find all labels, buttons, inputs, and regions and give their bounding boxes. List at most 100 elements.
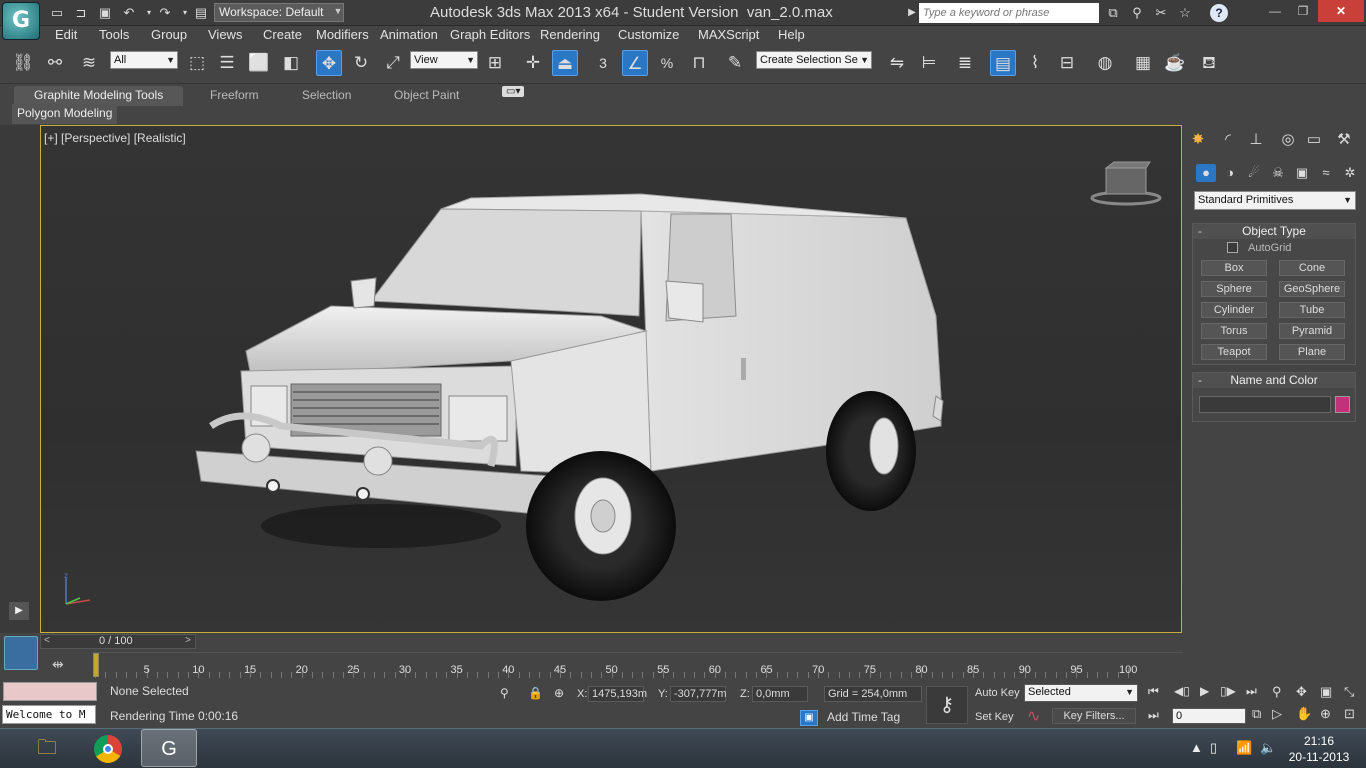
show-hidden-icons-icon[interactable]: ▲ — [1190, 740, 1203, 755]
systems-icon[interactable]: ✲ — [1340, 164, 1360, 182]
cameras-icon[interactable]: ☠ — [1268, 164, 1288, 182]
isolate-selection-icon[interactable]: ⚲ — [500, 686, 509, 700]
battery-icon[interactable]: ▯ — [1210, 740, 1217, 756]
graphite-toggle-icon[interactable]: ▤ — [990, 50, 1016, 76]
helpers-icon[interactable]: ▣ — [1292, 164, 1312, 182]
utilities-tab-icon[interactable]: ⚒ — [1334, 130, 1354, 150]
workspace-dropdown[interactable]: Workspace: Default — [214, 3, 344, 22]
orbit-icon[interactable]: ⊕ — [1320, 706, 1331, 722]
render-setup-icon[interactable]: ▦ — [1130, 50, 1156, 76]
tab-selection[interactable]: Selection — [302, 88, 351, 102]
select-object-icon[interactable]: ⬚ — [184, 50, 210, 76]
cone-button[interactable]: Cone — [1279, 260, 1345, 276]
menu-animation[interactable]: Animation — [380, 27, 438, 42]
chrome-icon[interactable] — [80, 729, 136, 767]
menu-views[interactable]: Views — [208, 27, 242, 42]
go-to-end-icon[interactable]: ⏭ — [1246, 684, 1257, 699]
help-icon[interactable]: ? — [1210, 4, 1228, 22]
object-type-header[interactable]: - Object Type — [1193, 224, 1355, 239]
slider-prev-icon[interactable]: < — [44, 635, 50, 646]
save-icon[interactable]: ▣ — [96, 4, 114, 22]
unlink-icon[interactable]: ⚯ — [42, 50, 68, 76]
menu-modifiers[interactable]: Modifiers — [316, 27, 369, 42]
bind-space-warp-icon[interactable]: ≋ — [76, 50, 102, 76]
tab-object-paint[interactable]: Object Paint — [394, 88, 459, 102]
align-icon[interactable]: ⊨ — [916, 50, 942, 76]
perspective-viewport[interactable] — [40, 125, 1182, 633]
menu-graph-editors[interactable]: Graph Editors — [450, 27, 530, 42]
render-production-icon[interactable]: ⛾ — [1196, 50, 1222, 76]
play-icon[interactable]: ▶ — [1200, 684, 1209, 698]
key-filter-curve-icon[interactable]: ∿ — [1027, 706, 1040, 726]
lights-icon[interactable]: ☄ — [1244, 164, 1264, 182]
next-frame-icon[interactable]: ▯▶ — [1220, 684, 1236, 698]
cylinder-button[interactable]: Cylinder — [1201, 302, 1267, 318]
subscription-icon[interactable]: ⚲ — [1128, 4, 1146, 22]
maximize-viewport-icon[interactable]: ⊡ — [1344, 706, 1355, 722]
torus-button[interactable]: Torus — [1201, 323, 1267, 339]
window-crossing-icon[interactable]: ◧ — [278, 50, 304, 76]
name-and-color-header[interactable]: - Name and Color — [1193, 373, 1355, 388]
open-file-icon[interactable]: ⊐ — [72, 4, 90, 22]
object-name-field[interactable] — [1199, 396, 1331, 413]
zoom-extents-icon[interactable]: ▣ — [1320, 684, 1332, 700]
menu-group[interactable]: Group — [151, 27, 187, 42]
set-key-button[interactable]: Set Key — [972, 710, 1020, 726]
field-of-view-icon[interactable]: ▷ — [1272, 706, 1282, 722]
communication-icon[interactable]: ✂ — [1152, 4, 1170, 22]
time-slider-marker[interactable] — [93, 653, 99, 677]
viewcube-icon[interactable] — [1090, 160, 1162, 206]
select-and-move-icon[interactable]: ✥ — [316, 50, 342, 76]
project-folder-icon[interactable]: ▤ — [192, 4, 210, 22]
time-slider[interactable]: < 0 / 100 > — [40, 634, 196, 649]
z-coordinate-field[interactable]: 0,0mm — [752, 686, 808, 702]
plane-button[interactable]: Plane — [1279, 344, 1345, 360]
key-filters-button[interactable]: Key Filters... — [1052, 708, 1136, 724]
percent-snap-icon[interactable]: % — [654, 50, 680, 76]
menu-rendering[interactable]: Rendering — [540, 27, 600, 42]
motion-tab-icon[interactable]: ◎ — [1278, 130, 1298, 150]
geometry-icon[interactable]: ● — [1196, 164, 1216, 182]
add-time-tag-button[interactable]: Add Time Tag — [824, 710, 922, 726]
absolute-mode-icon[interactable]: ⊕ — [554, 686, 564, 700]
material-editor-icon[interactable]: ◍ — [1092, 50, 1118, 76]
viewport-label[interactable]: [+] [Perspective] [Realistic] — [44, 131, 186, 145]
selection-lock-icon[interactable]: 🔒 — [528, 686, 543, 700]
menu-help[interactable]: Help — [778, 27, 805, 42]
curve-editor-icon[interactable]: ⌇ — [1022, 50, 1048, 76]
object-color-swatch[interactable] — [1335, 396, 1350, 413]
space-warps-icon[interactable]: ≈ — [1316, 164, 1336, 182]
hierarchy-tab-icon[interactable]: ⊥ — [1246, 130, 1266, 150]
select-by-name-icon[interactable]: ☰ — [214, 50, 240, 76]
keyboard-shortcut-override-icon[interactable]: ⏏ — [552, 50, 578, 76]
named-selection-set-dropdown[interactable]: Create Selection Se ▼ — [756, 51, 872, 69]
select-and-rotate-icon[interactable]: ↻ — [348, 50, 374, 76]
zoom-icon[interactable]: ⚲ — [1272, 684, 1282, 700]
network-signal-icon[interactable]: 📶 — [1236, 740, 1252, 756]
previous-frame-icon[interactable]: ◀▯ — [1174, 684, 1190, 698]
zoom-extents-all-icon[interactable]: ⤡ — [1344, 684, 1354, 700]
selection-filter-dropdown[interactable]: All ▼ — [110, 51, 178, 69]
menu-create[interactable]: Create — [263, 27, 302, 42]
mini-listener-icon[interactable] — [4, 636, 38, 670]
rectangular-selection-icon[interactable]: ⬜ — [246, 50, 272, 76]
maximize-button[interactable]: ❐ — [1290, 0, 1316, 22]
edit-named-selection-icon[interactable]: ✎ — [722, 50, 748, 76]
time-tag-icon[interactable]: ▣ — [800, 710, 818, 726]
reference-coordinate-dropdown[interactable]: View ▼ — [410, 51, 478, 69]
timeline-toggle-icon[interactable]: ⇹ — [52, 656, 64, 673]
set-key-icon[interactable]: ⚷ — [926, 686, 968, 724]
manipulate-icon[interactable]: ✛ — [520, 50, 546, 76]
mirror-icon[interactable]: ⇋ — [884, 50, 910, 76]
layer-manager-icon[interactable]: ≣ — [952, 50, 978, 76]
pan-view-icon[interactable]: ✋ — [1296, 706, 1312, 722]
system-clock[interactable]: 21:16 20-11-2013 — [1284, 733, 1354, 765]
panel-polygon-modeling[interactable]: Polygon Modeling — [12, 104, 118, 124]
primitive-category-dropdown[interactable]: Standard Primitives ▼ — [1194, 191, 1356, 210]
menu-edit[interactable]: Edit — [55, 27, 77, 42]
file-explorer-icon[interactable]: 🗀 — [19, 729, 75, 767]
favorites-star-icon[interactable]: ☆ — [1176, 4, 1194, 22]
teapot-button[interactable]: Teapot — [1201, 344, 1267, 360]
pivot-center-icon[interactable]: ⊞ — [482, 50, 508, 76]
menu-customize[interactable]: Customize — [618, 27, 679, 42]
